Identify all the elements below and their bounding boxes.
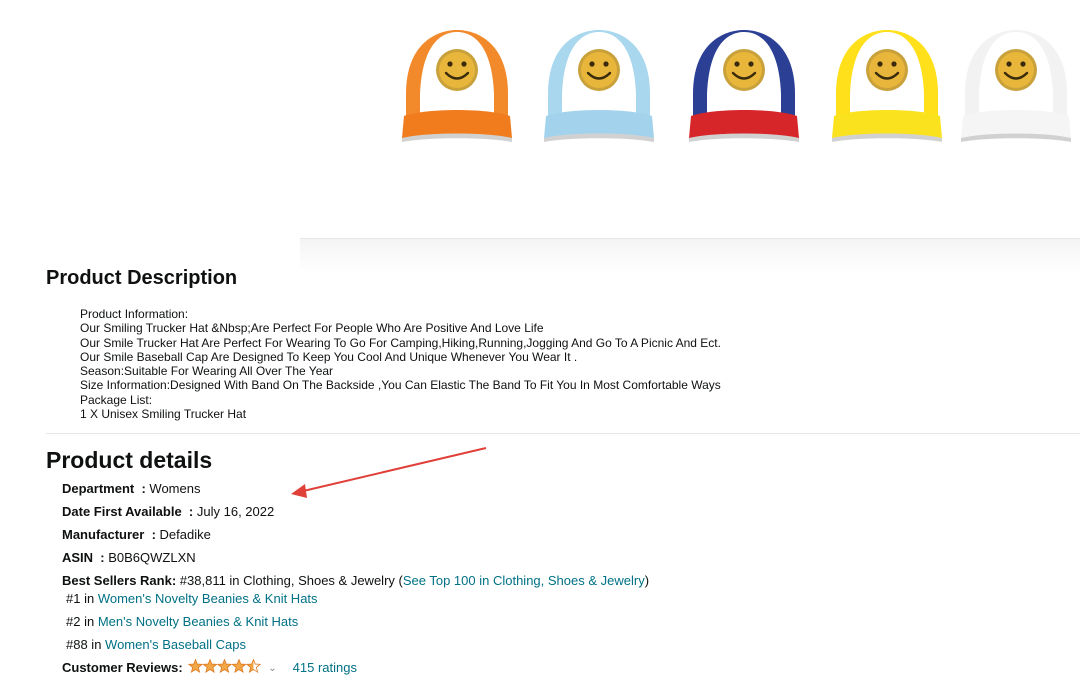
- bsr-label: Best Sellers Rank:: [62, 573, 177, 588]
- detail-date-first-available: Date First Available : July 16, 2022: [62, 504, 275, 519]
- reviews-label: Customer Reviews:: [62, 660, 183, 675]
- description-line: 1 X Unisex Smiling Trucker Hat: [80, 407, 247, 422]
- star-rating-icon[interactable]: [188, 658, 262, 677]
- rank-number: #1 in: [66, 591, 98, 606]
- hat-image-light-blue[interactable]: [538, 24, 660, 152]
- asin-label: ASIN: [62, 550, 94, 565]
- rank-number: #88 in: [66, 637, 106, 652]
- rank-row-1: #1 in Women's Novelty Beanies & Knit Hat…: [66, 591, 318, 606]
- date-value: July 16, 2022: [196, 504, 275, 519]
- description-line: Package List:: [80, 392, 153, 407]
- hat-image-orange[interactable]: [396, 24, 518, 152]
- section-divider: [300, 238, 1080, 273]
- description-line: Product Information:: [80, 307, 189, 321]
- description-line: Our Smile Trucker Hat Are Perfect For We…: [80, 335, 721, 350]
- rank-row-3: #88 in Women's Baseball Caps: [66, 637, 246, 652]
- hat-image-white[interactable]: [955, 24, 1077, 152]
- description-line: Our Smiling Trucker Hat &Nbsp;Are Perfec…: [80, 321, 544, 336]
- department-value: Womens: [149, 481, 201, 496]
- annotation-arrow-icon: [291, 447, 487, 498]
- chevron-down-icon[interactable]: ⌄: [268, 663, 276, 674]
- detail-manufacturer: Manufacturer : Defadike: [62, 527, 211, 542]
- detail-asin: ASIN : B0B6QWZLXN: [62, 550, 196, 565]
- ratings-count-link[interactable]: 415 ratings: [293, 660, 357, 675]
- department-label: Department: [62, 481, 135, 496]
- description-line: Our Smile Baseball Cap Are Designed To K…: [80, 349, 578, 364]
- detail-customer-reviews: Customer Reviews: ⌄ 415 ratings: [62, 658, 357, 677]
- product-color-images: [0, 0, 1080, 245]
- manufacturer-label: Manufacturer: [62, 527, 145, 542]
- rank-category-link[interactable]: Women's Baseball Caps: [105, 637, 246, 652]
- rank-row-2: #2 in Men's Novelty Beanies & Knit Hats: [66, 614, 298, 629]
- detail-best-sellers-rank: Best Sellers Rank: #38,811 in Clothing, …: [62, 573, 649, 588]
- bsr-close-paren: ): [644, 573, 650, 588]
- product-description-body: Product Information: Our Smiling Trucker…: [80, 307, 721, 421]
- product-description-heading: Product Description: [46, 267, 238, 289]
- asin-value: B0B6QWZLXN: [108, 550, 196, 565]
- horizontal-rule: [46, 433, 1080, 434]
- rank-category-link[interactable]: Women's Novelty Beanies & Knit Hats: [98, 591, 318, 606]
- description-line: Size Information:Designed With Band On T…: [80, 378, 721, 393]
- rank-number: #2 in: [66, 614, 98, 629]
- bsr-text: #38,811 in Clothing, Shoes & Jewelry (: [176, 573, 403, 588]
- rank-category-link[interactable]: Men's Novelty Beanies & Knit Hats: [98, 614, 298, 629]
- hat-image-yellow[interactable]: [826, 24, 948, 152]
- description-line: Season:Suitable For Wearing All Over The…: [80, 364, 334, 379]
- detail-department: Department : Womens: [62, 481, 201, 496]
- hat-image-red-white-blue[interactable]: [683, 24, 805, 152]
- see-top-100-link[interactable]: See Top 100 in Clothing, Shoes & Jewelry: [403, 573, 645, 588]
- manufacturer-value: Defadike: [159, 527, 211, 542]
- date-label: Date First Available: [62, 504, 182, 519]
- product-details-heading: Product details: [46, 447, 213, 473]
